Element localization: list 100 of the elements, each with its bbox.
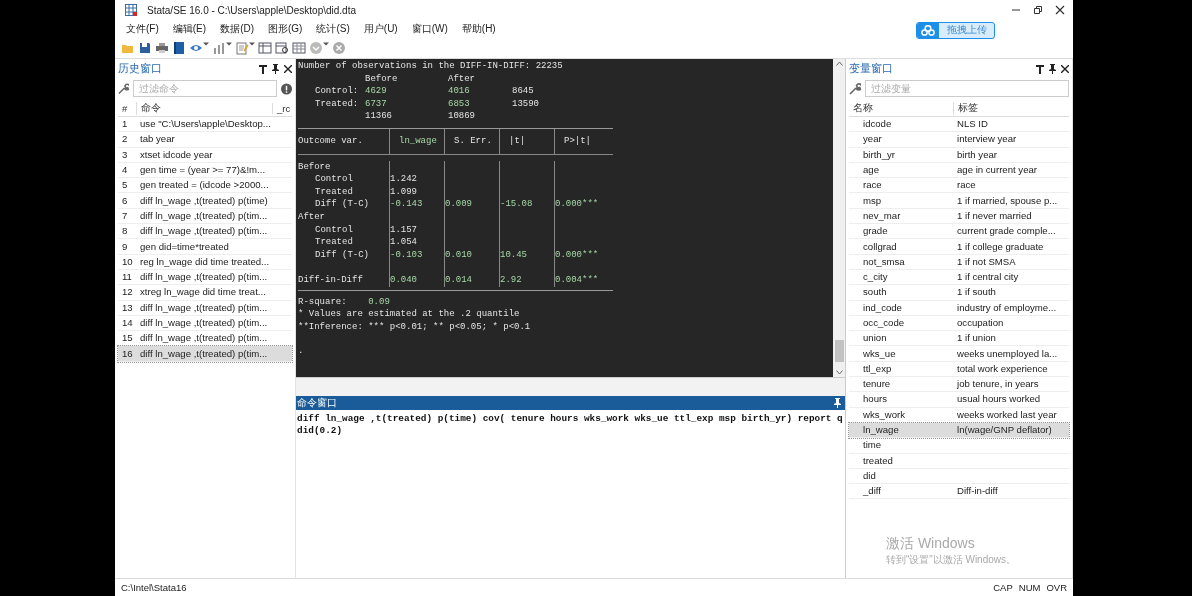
history-row[interactable]: 4 gen time = (year >= 77)&!m... [118, 162, 292, 179]
menu-item[interactable]: 文件(F) [125, 22, 160, 36]
restore-icon[interactable] [1033, 5, 1043, 15]
variable-row[interactable]: not_smsa 1 if not SMSA [849, 254, 1069, 270]
history-row[interactable]: 12 xtreg ln_wage did time treat... [118, 285, 292, 301]
history-row[interactable]: 1 use "C:\Users\apple\Desktop... [118, 117, 292, 133]
variable-label: NLS ID [956, 118, 989, 131]
filter-field[interactable]: 过滤变量 [865, 80, 1069, 97]
variable-label: usual hours worked [956, 393, 1042, 406]
row-number: 15 [121, 332, 134, 345]
variable-row[interactable]: wks_ue weeks unemployed la... [849, 346, 1069, 362]
count-label: Treated: [314, 97, 360, 111]
print-icon[interactable] [155, 41, 169, 55]
table-search-icon[interactable] [275, 41, 289, 55]
command-text: gen did=time*treated [139, 240, 230, 253]
caret-icon[interactable] [249, 41, 255, 47]
variable-row[interactable]: idcode NLS ID [849, 117, 1069, 133]
column-header[interactable]: _rc [272, 102, 292, 114]
row-number: 12 [121, 286, 134, 299]
command-text: diff ln_wage ,t(treated) p(tim... [139, 332, 269, 345]
variable-row[interactable]: time [849, 438, 1069, 454]
filter-field[interactable]: 过滤命令 [133, 80, 277, 97]
menu-item[interactable]: 图形(G) [267, 22, 304, 36]
row-label: Diff (T-C) [315, 199, 369, 210]
save-icon[interactable] [138, 41, 152, 55]
menu-item[interactable]: 窗口(W) [410, 22, 449, 36]
column-header[interactable]: 名称 [849, 101, 953, 115]
scroll-thumb[interactable] [834, 340, 844, 362]
count-value: 10869 [448, 110, 476, 123]
status-indicator: OVR [1046, 582, 1067, 593]
history-row[interactable]: 13 diff ln_wage ,t(treated) p(tim... [118, 300, 292, 316]
command-text: diff ln_wage ,t(treated) p(tim... [139, 209, 269, 222]
variable-row[interactable]: union 1 if union [849, 331, 1069, 347]
row-number: 16 [121, 347, 134, 360]
column-header: Outcome var. [298, 135, 363, 146]
command-text: diff ln_wage ,t(treated) p(tim... [139, 347, 269, 360]
status-path: C:\Intel\Stata16 [121, 582, 187, 593]
filter-icon[interactable] [1036, 64, 1044, 74]
history-row[interactable]: 10 reg ln_wage did time treated... [118, 254, 292, 270]
variable-row[interactable]: occ_code occupation [849, 315, 1069, 332]
column-header[interactable]: 标签 [953, 101, 1069, 115]
filter-icon[interactable] [259, 64, 267, 74]
output-text: * Values are estimated at the .2 quantile [298, 309, 520, 320]
variable-label: age in current year [956, 164, 1038, 177]
pin-icon[interactable] [834, 398, 841, 408]
variable-row[interactable]: msp 1 if married, spouse p... [849, 193, 1069, 209]
variable-row[interactable]: ln_wage ln(wage/GNP deflator) [849, 422, 1069, 439]
menu-item[interactable]: 帮助(H) [460, 22, 497, 36]
variable-row[interactable]: nev_mar 1 if never married [849, 208, 1069, 225]
variable-label: Diff-in-diff [956, 485, 999, 498]
variable-row[interactable]: birth_yr birth year [849, 147, 1069, 163]
caret-icon[interactable] [226, 41, 232, 47]
column-header: S. Err. [454, 135, 492, 146]
history-row[interactable]: 8 diff ln_wage ,t(treated) p(tim... [118, 224, 292, 240]
column-header[interactable]: # [118, 102, 136, 114]
history-row[interactable]: 7 diff ln_wage ,t(treated) p(tim... [118, 208, 292, 225]
variable-label: industry of employme... [956, 301, 1058, 314]
history-row[interactable]: 14 diff ln_wage ,t(treated) p(tim... [118, 315, 292, 332]
history-row[interactable]: 5 gen treated = (idcode >2000... [118, 178, 292, 194]
pin-icon[interactable] [1049, 64, 1056, 74]
wrench-icon [118, 82, 129, 95]
history-row[interactable]: 9 gen did=time*treated [118, 239, 292, 255]
command-input[interactable]: diff ln_wage ,t(treated) p(time) cov( tenure hours wks_work wks_ue ttl_exp msp birth_yr) report q did(0.2) [296, 410, 845, 578]
history-row[interactable]: 3 xtset idcode year [118, 147, 292, 163]
menu-item[interactable]: 数据(D) [219, 22, 255, 36]
pin-icon[interactable] [272, 64, 279, 74]
history-row[interactable]: 6 diff ln_wage ,t(treated) p(time) [118, 193, 292, 209]
close-icon[interactable] [284, 65, 292, 73]
menu-item[interactable]: 编辑(E) [171, 22, 208, 36]
count-header: After [448, 72, 476, 86]
history-row[interactable]: 16 diff ln_wage ,t(treated) p(tim... [118, 346, 292, 362]
close-icon[interactable] [1061, 65, 1069, 73]
history-row[interactable]: 11 diff ln_wage ,t(treated) p(tim... [118, 269, 292, 286]
variable-row[interactable]: hours usual hours worked [849, 392, 1069, 408]
variable-row[interactable]: c_city 1 if central city [849, 269, 1069, 286]
variable-name: wks_ue [862, 347, 897, 360]
variable-row[interactable]: did [849, 468, 1069, 485]
variable-row[interactable]: collgrad 1 if college graduate [849, 239, 1069, 255]
variable-label: birth year [956, 148, 998, 161]
close-icon[interactable] [1055, 5, 1065, 15]
menu-item[interactable]: 统计(S) [315, 22, 351, 36]
variable-row[interactable]: ttl_exp total work experience [849, 361, 1069, 378]
history-row[interactable]: 2 tab year [118, 132, 292, 148]
table-icon[interactable] [258, 41, 272, 55]
column-header[interactable]: 命令 [136, 101, 272, 115]
menu-item[interactable]: 用户(U) [362, 22, 399, 36]
variable-label: job tenure, in years [955, 378, 1040, 391]
variable-row[interactable]: treated [849, 453, 1069, 469]
variable-row[interactable]: _diff Diff-in-diff [849, 484, 1069, 500]
book-icon[interactable] [172, 41, 186, 55]
caret-icon[interactable] [323, 41, 329, 47]
variable-row[interactable]: south 1 if south [849, 285, 1069, 301]
scrollbar[interactable] [833, 59, 845, 377]
variable-row[interactable]: age age in current year [849, 162, 1069, 179]
variable-row[interactable]: ind_code industry of employme... [849, 300, 1069, 316]
variable-row[interactable]: year interview year [849, 132, 1069, 148]
variable-row[interactable]: tenure job tenure, in years [849, 377, 1069, 393]
variable-row[interactable]: race race [849, 178, 1069, 194]
caret-icon[interactable] [203, 41, 209, 47]
variable-row[interactable]: grade current grade comple... [849, 224, 1069, 240]
